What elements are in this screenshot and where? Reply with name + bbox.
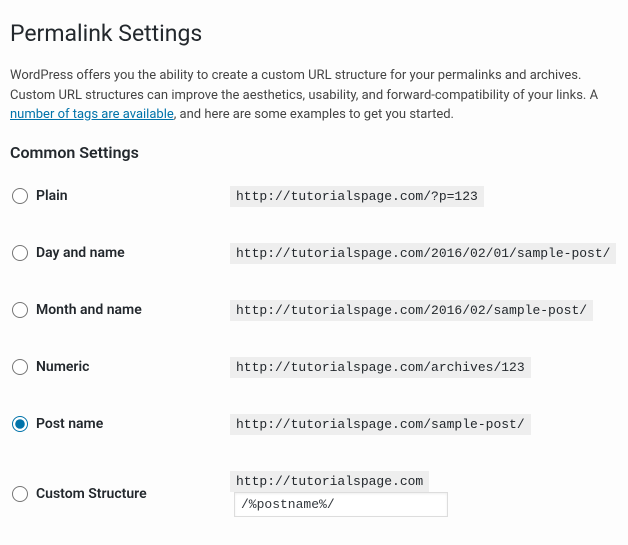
label-month-name[interactable]: Month and name bbox=[36, 302, 142, 318]
custom-base-url: http://tutorialspage.com bbox=[230, 471, 429, 492]
label-numeric[interactable]: Numeric bbox=[36, 359, 89, 375]
common-settings-heading: Common Settings bbox=[10, 143, 618, 162]
radio-month-name[interactable] bbox=[12, 302, 28, 318]
option-row-numeric: Numeric http://tutorialspage.com/archive… bbox=[10, 339, 618, 396]
option-row-post-name: Post name http://tutorialspage.com/sampl… bbox=[10, 396, 618, 453]
intro-text-suffix: , and here are some examples to get you … bbox=[174, 107, 454, 122]
example-plain: http://tutorialspage.com/?p=123 bbox=[230, 186, 484, 207]
example-post-name: http://tutorialspage.com/sample-post/ bbox=[230, 414, 531, 435]
label-custom[interactable]: Custom Structure bbox=[36, 486, 147, 502]
option-row-day-name: Day and name http://tutorialspage.com/20… bbox=[10, 225, 618, 282]
example-numeric: http://tutorialspage.com/archives/123 bbox=[230, 357, 531, 378]
label-post-name[interactable]: Post name bbox=[36, 416, 103, 432]
radio-numeric[interactable] bbox=[12, 359, 28, 375]
radio-post-name[interactable] bbox=[12, 416, 28, 432]
example-day-name: http://tutorialspage.com/2016/02/01/samp… bbox=[230, 243, 616, 264]
radio-day-name[interactable] bbox=[12, 245, 28, 261]
intro-text-prefix: WordPress offers you the ability to crea… bbox=[10, 68, 598, 103]
option-row-plain: Plain http://tutorialspage.com/?p=123 bbox=[10, 168, 618, 225]
intro-paragraph: WordPress offers you the ability to crea… bbox=[10, 66, 618, 125]
example-month-name: http://tutorialspage.com/2016/02/sample-… bbox=[230, 300, 593, 321]
tags-available-link[interactable]: number of tags are available bbox=[10, 107, 174, 122]
label-plain[interactable]: Plain bbox=[36, 188, 68, 204]
option-row-month-name: Month and name http://tutorialspage.com/… bbox=[10, 282, 618, 339]
label-day-name[interactable]: Day and name bbox=[36, 245, 125, 261]
custom-structure-input[interactable] bbox=[234, 492, 448, 517]
radio-plain[interactable] bbox=[12, 188, 28, 204]
option-row-custom: Custom Structure http://tutorialspage.co… bbox=[10, 453, 618, 535]
radio-custom[interactable] bbox=[12, 486, 28, 502]
permalink-options-table: Plain http://tutorialspage.com/?p=123 Da… bbox=[10, 168, 618, 535]
page-title: Permalink Settings bbox=[10, 10, 618, 52]
